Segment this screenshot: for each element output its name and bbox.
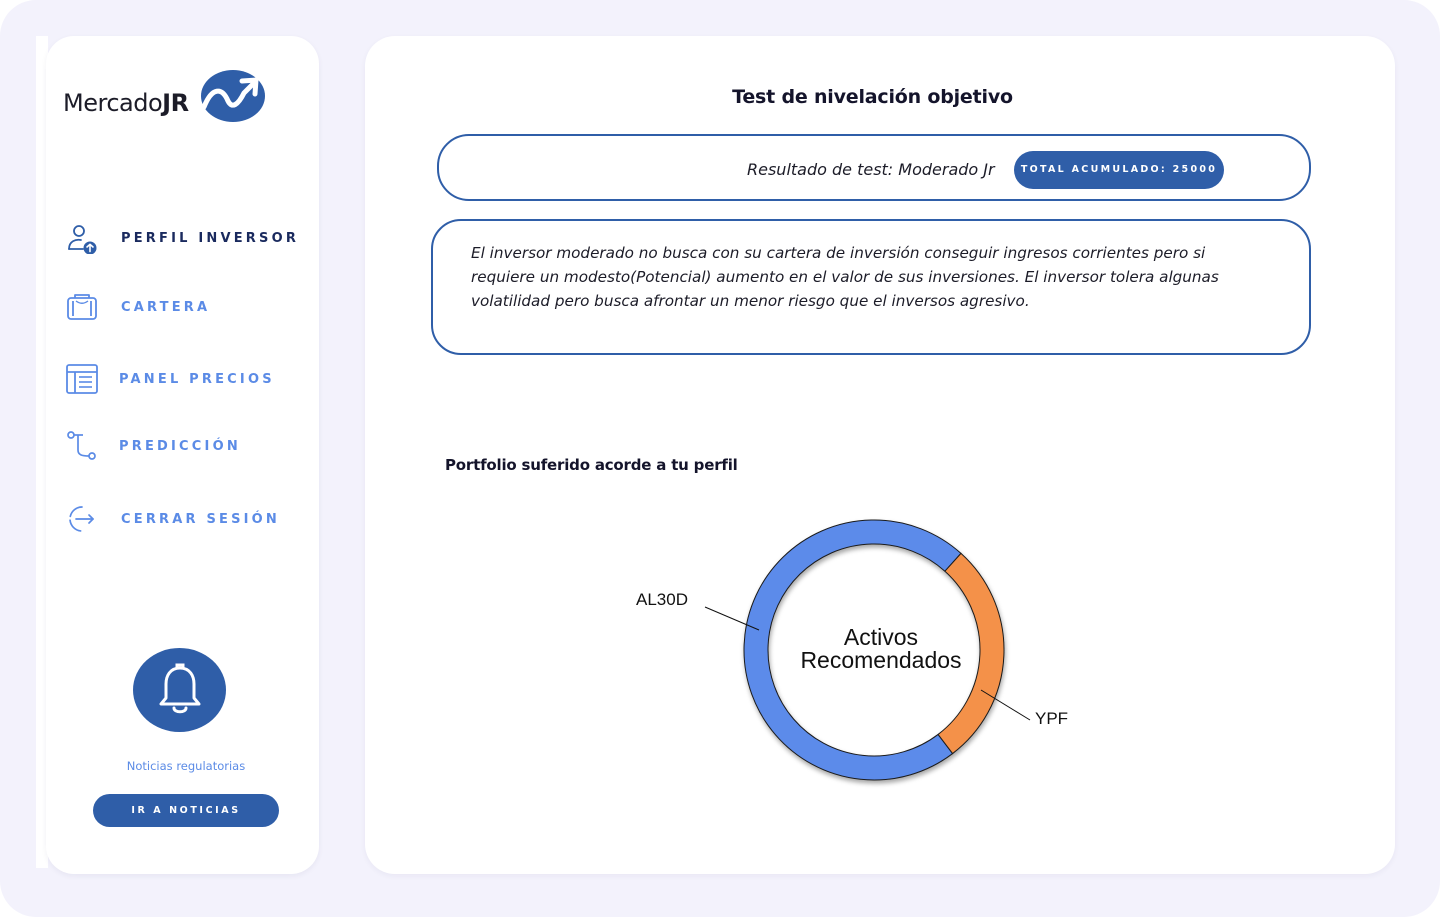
sidebar: MercadoJR PERFIL INVERSOR CARTERA PANEL … bbox=[46, 36, 319, 874]
logout-icon bbox=[69, 506, 94, 532]
sidebar-item-label: CERRAR SESIÓN bbox=[121, 512, 281, 527]
news-label: Noticias regulatorias bbox=[126, 759, 246, 773]
chart-center-label: Recomendados bbox=[800, 647, 961, 673]
main-panel: Test de nivelación objetivo Resultado de… bbox=[365, 36, 1395, 874]
price-panel-icon bbox=[66, 364, 98, 394]
logo[interactable]: MercadoJR bbox=[63, 69, 273, 125]
portfolio-donut-chart: AL30DYPF Activos Recomendados bbox=[636, 519, 1068, 781]
prediction-path-icon bbox=[67, 431, 96, 460]
sidebar-item-label: PANEL PRECIOS bbox=[119, 372, 275, 387]
wallet-icon bbox=[67, 294, 97, 320]
sidebar-item-label: PREDICCIÓN bbox=[119, 439, 241, 454]
sidebar-item-cerrar-sesion[interactable]: CERRAR SESIÓN bbox=[66, 503, 306, 537]
slice-label-al30d: AL30D bbox=[636, 590, 688, 609]
slice-label-ypf: YPF bbox=[1035, 709, 1068, 728]
bell-icon bbox=[159, 663, 201, 714]
notifications-button[interactable] bbox=[133, 648, 226, 732]
sidebar-item-cartera[interactable]: CARTERA bbox=[66, 291, 306, 325]
sidebar-item-label: CARTERA bbox=[121, 300, 211, 315]
logo-text: MercadoJR bbox=[63, 89, 189, 117]
go-to-news-button[interactable]: IR A NOTICIAS bbox=[93, 794, 279, 827]
sidebar-item-label: PERFIL INVERSOR bbox=[121, 231, 300, 246]
trend-arrow-icon bbox=[201, 70, 265, 122]
app-frame: MercadoJR PERFIL INVERSOR CARTERA PANEL … bbox=[0, 0, 1440, 917]
sidebar-item-perfil-inversor[interactable]: PERFIL INVERSOR bbox=[66, 222, 306, 256]
sidebar-item-panel-precios[interactable]: PANEL PRECIOS bbox=[66, 363, 306, 397]
sidebar-item-prediccion[interactable]: PREDICCIÓN bbox=[66, 430, 306, 464]
user-upload-icon bbox=[68, 225, 97, 254]
